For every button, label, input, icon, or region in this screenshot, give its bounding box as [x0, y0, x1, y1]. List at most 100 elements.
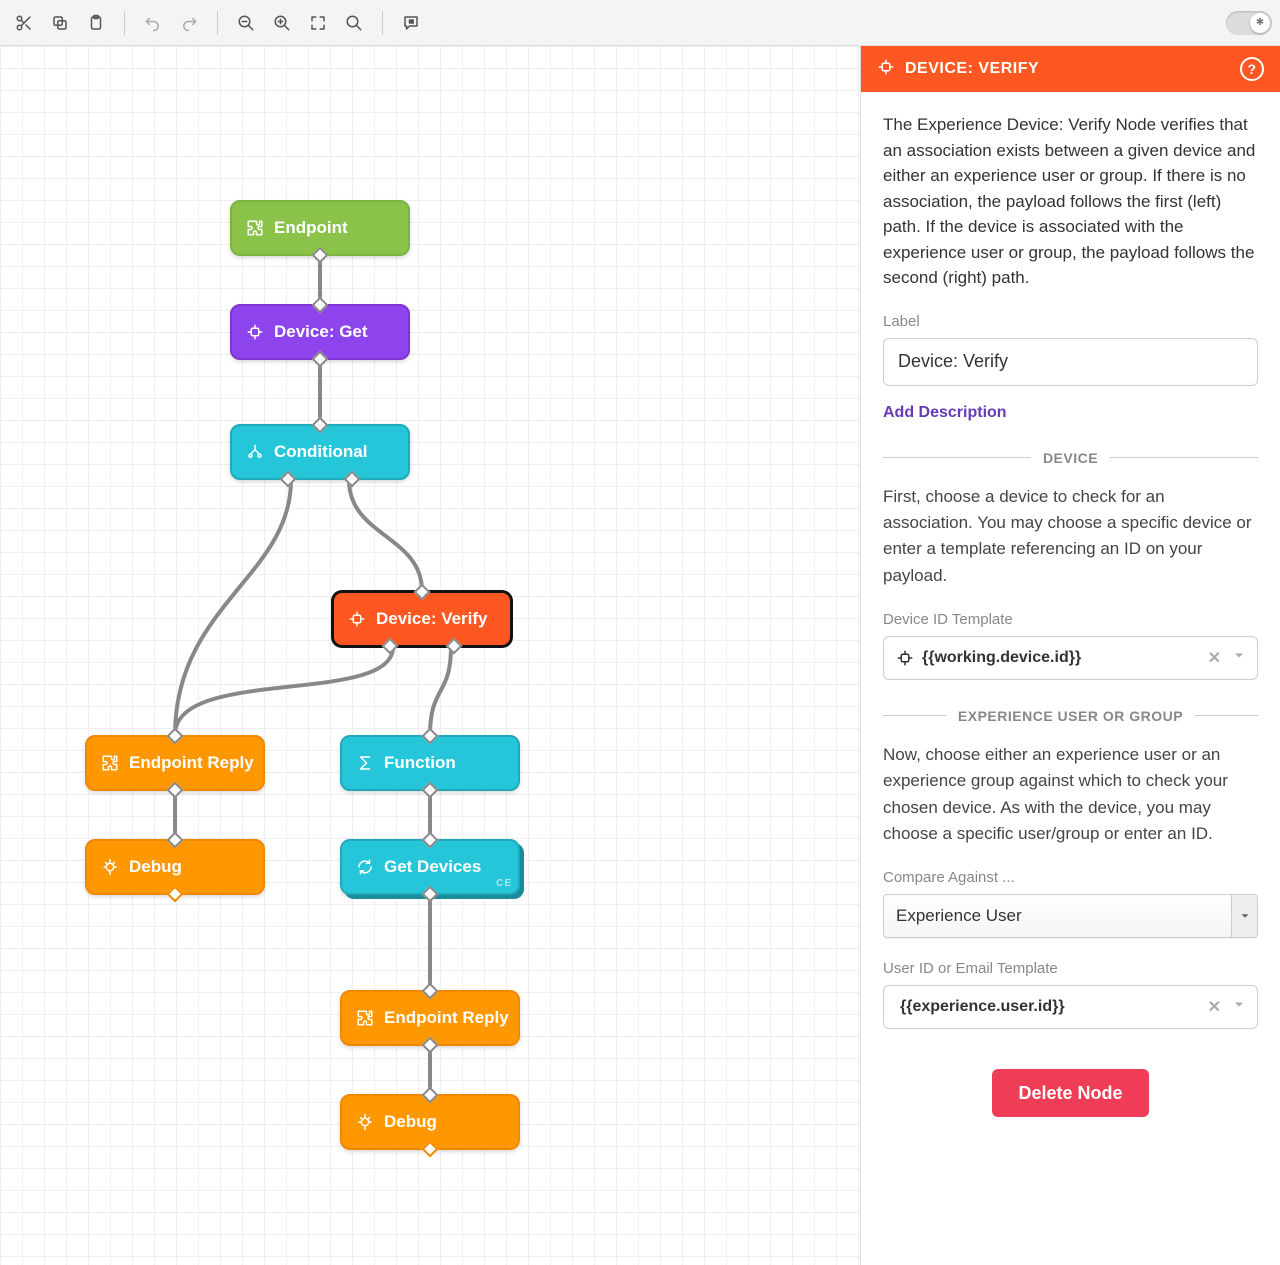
label-input[interactable] [883, 338, 1258, 386]
node-label: Device: Get [274, 322, 368, 342]
bug-icon [101, 858, 119, 876]
puzzle-icon [246, 219, 264, 237]
node-endpoint[interactable]: Endpoint [230, 200, 410, 256]
node-device-get[interactable]: Device: Get [230, 304, 410, 360]
add-description-button[interactable]: Add Description [883, 404, 1007, 422]
output-port-false[interactable] [280, 471, 297, 488]
output-port[interactable] [312, 247, 329, 264]
node-debug-1[interactable]: Debug [85, 839, 265, 895]
device-id-input[interactable]: {{working.device.id}} ✕ [883, 636, 1258, 680]
chip-icon [246, 323, 264, 341]
clear-icon[interactable]: ✕ [1208, 997, 1221, 1017]
debug-toggle[interactable]: ✱ [1226, 11, 1272, 35]
compare-against-value: Experience User [896, 906, 1022, 926]
input-port[interactable] [167, 832, 184, 849]
section-divider-compare: EXPERIENCE USER OR GROUP [883, 708, 1258, 724]
clear-icon[interactable]: ✕ [1208, 648, 1221, 668]
node-label: Endpoint [274, 218, 348, 238]
zoom-reset-button[interactable] [338, 7, 370, 39]
canvas-wrap: Endpoint Device: Get Conditional Device:… [0, 46, 860, 1265]
compare-against-label: Compare Against ... [883, 869, 1258, 886]
cut-icon [15, 14, 33, 32]
paste-icon [87, 14, 105, 32]
user-id-input[interactable]: {{experience.user.id}} ✕ [883, 985, 1258, 1029]
comment-icon [402, 14, 420, 32]
node-label: Function [384, 753, 456, 773]
input-port[interactable] [422, 1087, 439, 1104]
node-label: Endpoint Reply [384, 1008, 509, 1028]
cut-button[interactable] [8, 7, 40, 39]
section-title: DEVICE [1043, 450, 1098, 466]
expand-icon [309, 14, 327, 32]
bug-icon [356, 1113, 374, 1131]
node-label: Endpoint Reply [129, 753, 254, 773]
chip-icon [877, 58, 895, 81]
reply-icon [356, 1009, 374, 1027]
output-port[interactable] [422, 1141, 439, 1158]
output-port-false[interactable] [382, 638, 399, 655]
output-port[interactable] [422, 1037, 439, 1054]
chevron-down-icon[interactable] [1231, 647, 1247, 668]
panel-body: The Experience Device: Verify Node verif… [861, 92, 1280, 1147]
input-port[interactable] [422, 728, 439, 745]
input-port[interactable] [312, 417, 329, 434]
output-port-true[interactable] [343, 471, 360, 488]
toolbar-separator [217, 11, 218, 35]
node-conditional[interactable]: Conditional [230, 424, 410, 480]
divider-line [1110, 457, 1258, 458]
input-port[interactable] [414, 584, 431, 601]
toggle-knob: ✱ [1250, 13, 1270, 33]
refresh-icon [356, 858, 374, 876]
chevron-down-icon [1231, 895, 1257, 937]
undo-icon [144, 14, 162, 32]
comment-button[interactable] [395, 7, 427, 39]
redo-button[interactable] [173, 7, 205, 39]
input-port[interactable] [312, 297, 329, 314]
reply-icon [101, 754, 119, 772]
node-get-devices[interactable]: Get Devices CE [340, 839, 520, 895]
output-port[interactable] [167, 782, 184, 799]
sigma-icon [356, 754, 374, 772]
node-label: Get Devices [384, 857, 481, 877]
panel-title: DEVICE: VERIFY [905, 60, 1039, 78]
output-port[interactable] [422, 886, 439, 903]
output-port[interactable] [422, 782, 439, 799]
device-id-label: Device ID Template [883, 611, 1258, 628]
flow-canvas[interactable]: Endpoint Device: Get Conditional Device:… [0, 46, 860, 1265]
node-label: Debug [384, 1112, 437, 1132]
output-port[interactable] [167, 886, 184, 903]
node-function[interactable]: Function [340, 735, 520, 791]
zoom-out-button[interactable] [230, 7, 262, 39]
output-port-true[interactable] [445, 638, 462, 655]
node-description: The Experience Device: Verify Node verif… [883, 112, 1258, 291]
fit-button[interactable] [302, 7, 334, 39]
node-label: Device: Verify [376, 609, 488, 629]
node-device-verify[interactable]: Device: Verify [332, 591, 512, 647]
paste-button[interactable] [80, 7, 112, 39]
node-label: Conditional [274, 442, 367, 462]
section-divider-device: DEVICE [883, 450, 1258, 466]
undo-button[interactable] [137, 7, 169, 39]
node-endpoint-reply-1[interactable]: Endpoint Reply [85, 735, 265, 791]
divider-line [883, 457, 1031, 458]
compare-against-select[interactable]: Experience User [883, 894, 1258, 938]
node-debug-2[interactable]: Debug [340, 1094, 520, 1150]
delete-node-button[interactable]: Delete Node [992, 1069, 1148, 1117]
copy-icon [51, 14, 69, 32]
ce-badge: CE [496, 878, 512, 889]
input-port[interactable] [422, 832, 439, 849]
divider-line [1195, 715, 1258, 716]
copy-button[interactable] [44, 7, 76, 39]
device-help-text: First, choose a device to check for an a… [883, 484, 1258, 589]
input-port[interactable] [167, 728, 184, 745]
node-endpoint-reply-2[interactable]: Endpoint Reply [340, 990, 520, 1046]
divider-line [883, 715, 946, 716]
toolbar: ✱ [0, 0, 1280, 46]
input-port[interactable] [422, 983, 439, 1000]
output-port[interactable] [312, 351, 329, 368]
zoom-in-button[interactable] [266, 7, 298, 39]
help-button[interactable]: ? [1240, 57, 1264, 81]
chevron-down-icon[interactable] [1231, 997, 1247, 1018]
flow-edges [0, 46, 860, 1265]
chip-icon [348, 610, 366, 628]
